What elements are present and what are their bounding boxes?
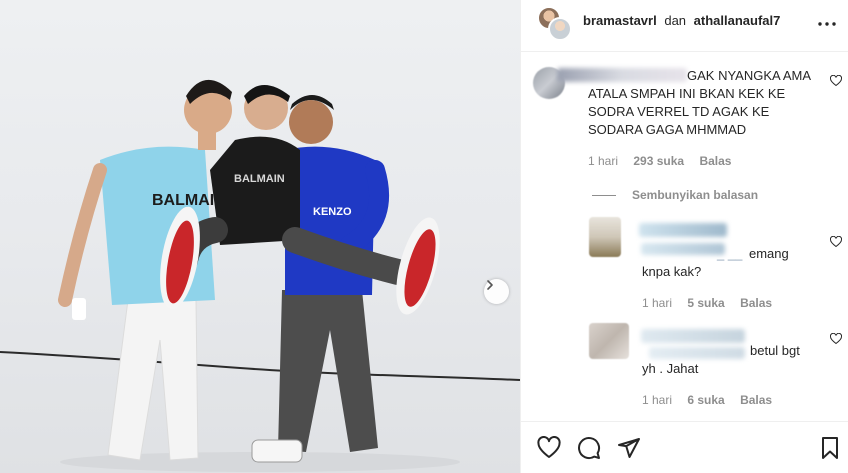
commenter-username-redacted[interactable] (557, 68, 687, 82)
hide-replies-button[interactable]: Sembunyikan balasan (592, 188, 758, 202)
photo-illustration: BALMAIN KENZO BALMAIN (0, 79, 520, 472)
reply-button[interactable]: Balas (740, 393, 772, 407)
reply-button[interactable]: Balas (740, 296, 772, 310)
heart-icon[interactable] (830, 75, 842, 87)
reply-likes[interactable]: 5 suka (687, 296, 724, 310)
post-photo[interactable]: BALMAIN KENZO BALMAIN (0, 0, 520, 473)
svg-text:BALMAIN: BALMAIN (234, 173, 285, 185)
author-avatars[interactable] (537, 6, 573, 42)
conjunction-text: dan (664, 13, 687, 28)
reply-meta: 1 hari 6 suka Balas (642, 393, 784, 407)
heart-icon[interactable] (537, 436, 561, 460)
comment-text-line1: GAK NYANGKA AMA (687, 68, 812, 83)
reply-button[interactable]: Balas (699, 154, 731, 168)
hide-replies-label: Sembunyikan balasan (632, 188, 759, 202)
chevron-right-icon (487, 280, 493, 290)
reply-text: knpa kak? (642, 264, 702, 279)
reply-time[interactable]: 1 hari (642, 393, 672, 407)
comment-time[interactable]: 1 hari (588, 154, 618, 168)
paper-plane-icon[interactable] (617, 436, 641, 460)
comment-meta: 1 hari 293 suka Balas (588, 154, 743, 168)
commenter-username-redacted[interactable] (639, 223, 727, 237)
comment-text: ATALA SMPAH INI BKAN KEK KE SODRA VERREL… (588, 86, 786, 137)
commenter-username-redacted[interactable] (641, 329, 745, 343)
heart-icon[interactable] (830, 333, 842, 345)
post-header: bramastavrl dan athallanaufal7 (521, 0, 848, 52)
reply-text-line1: betul bgt (750, 343, 800, 358)
heart-icon[interactable] (830, 236, 842, 248)
next-photo-button[interactable] (484, 279, 509, 304)
commenter-username-tail[interactable]: _ __ (717, 245, 742, 263)
post-side-panel: bramastavrl dan athallanaufal7 GAK NYANG… (520, 0, 848, 473)
avatar[interactable] (589, 323, 629, 359)
comment-icon[interactable] (577, 436, 601, 460)
author-username-1[interactable]: bramastavrl (583, 13, 657, 28)
commenter-username-redacted (649, 347, 745, 359)
comments-list[interactable]: GAK NYANGKA AMA ATALA SMPAH INI BKAN KEK… (521, 53, 848, 420)
commenter-username-redacted (641, 243, 725, 255)
reply-text: yh . Jahat (642, 361, 699, 376)
post-authors: bramastavrl dan athallanaufal7 (583, 13, 780, 29)
comment-likes[interactable]: 293 suka (633, 154, 684, 168)
author-username-2[interactable]: athallanaufal7 (694, 13, 781, 28)
more-options-button[interactable] (817, 14, 837, 34)
reply-text-line1: emang (749, 246, 789, 261)
svg-text:KENZO: KENZO (313, 206, 352, 218)
reply-likes[interactable]: 6 suka (687, 393, 724, 407)
post-actions-bar (521, 421, 848, 473)
more-horizontal-icon (818, 22, 836, 26)
avatar[interactable] (589, 217, 621, 257)
bookmark-icon[interactable] (818, 436, 842, 460)
reply-time[interactable]: 1 hari (642, 296, 672, 310)
avatar[interactable] (548, 17, 572, 41)
reply-meta: 1 hari 5 suka Balas (642, 296, 784, 310)
divider-line (592, 195, 616, 197)
